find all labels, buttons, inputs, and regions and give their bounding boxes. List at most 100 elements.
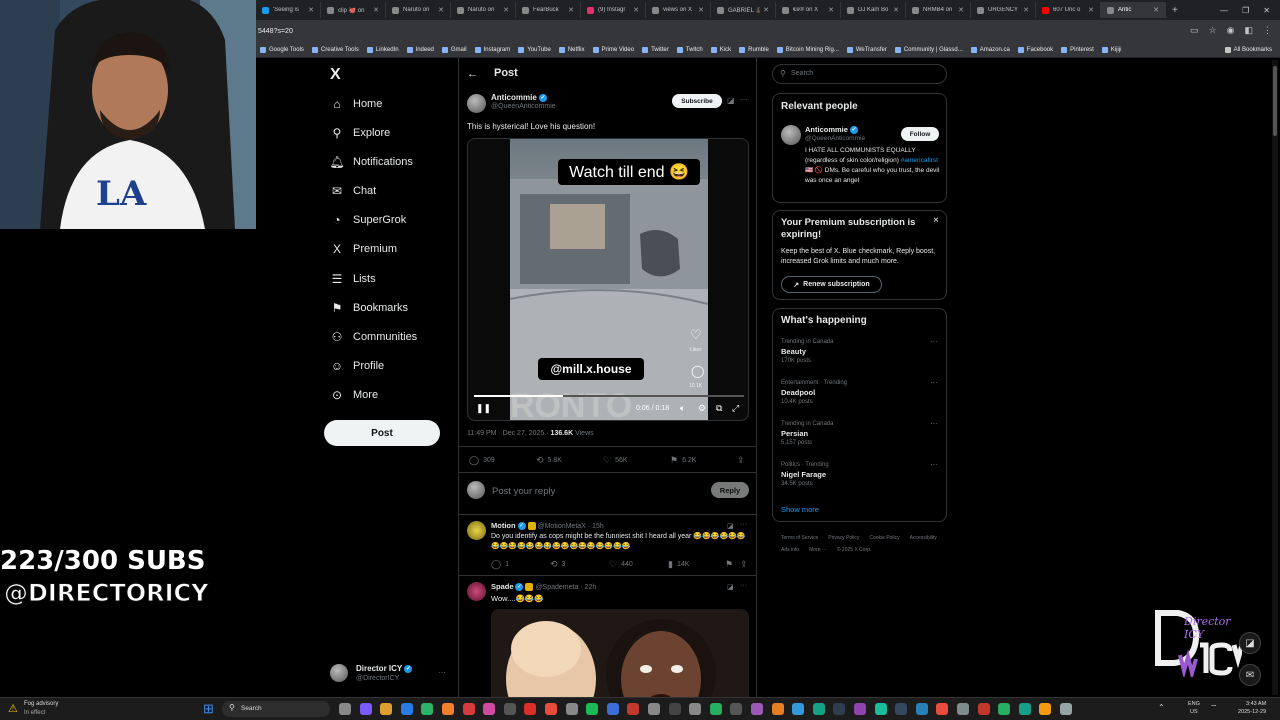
taskbar-app-icon[interactable] xyxy=(977,703,990,715)
taskbar-app-icon[interactable] xyxy=(524,703,537,715)
grok-icon[interactable]: ◪ xyxy=(727,96,735,105)
taskbar-app-icon[interactable] xyxy=(668,703,681,715)
trend-more-icon[interactable]: ··· xyxy=(930,337,938,346)
search-box[interactable]: ⚲ Search xyxy=(772,64,947,84)
nav-item-more[interactable]: ⊙ More xyxy=(330,388,378,402)
post-timestamp[interactable]: 11:49 PM · Dec 27, 2025 · xyxy=(467,430,549,437)
taskbar-app-icon[interactable] xyxy=(421,703,434,715)
close-tab-icon[interactable]: ✕ xyxy=(1153,6,1159,14)
volume-icon[interactable]: 🔈︎ xyxy=(680,403,685,414)
taskbar-app-icon[interactable] xyxy=(689,703,702,715)
bookmark-item[interactable]: Twitch xyxy=(676,46,703,53)
taskbar-app-icon[interactable] xyxy=(503,703,516,715)
extension-icon[interactable]: ◉ xyxy=(1227,25,1235,36)
browser-tab[interactable]: clip 🐙 on ✕ xyxy=(321,2,386,18)
browser-tab[interactable]: GABRIEL 🎩 ✕ xyxy=(711,2,776,18)
address-bar[interactable]: 5448?s=20 ▭ ☆ ◉ ◧ ⋮ xyxy=(256,20,1280,42)
browser-tab[interactable]: 607 Unc o ✕ xyxy=(1036,2,1101,18)
taskbar-app-icon[interactable] xyxy=(380,703,393,715)
bookmark-item[interactable]: Facebook xyxy=(1017,46,1053,53)
footer-link[interactable]: Privacy Policy xyxy=(828,532,859,544)
taskbar-app-icon[interactable] xyxy=(792,703,805,715)
repost-action[interactable]: ⟲ 5.8K xyxy=(536,455,562,466)
taskbar-app-icon[interactable] xyxy=(751,703,763,715)
nav-item-lists[interactable]: ☰ Lists xyxy=(330,272,376,286)
trend-more-icon[interactable]: ··· xyxy=(930,378,938,387)
taskbar-app-icon[interactable] xyxy=(812,703,825,715)
footer-link[interactable]: Accessibility xyxy=(910,532,937,544)
minimize-icon[interactable]: — xyxy=(1220,6,1228,15)
settings-icon[interactable]: ⚙ xyxy=(698,403,706,414)
bookmark-action[interactable]: ⚑ 6.2K xyxy=(670,455,696,466)
taskbar-app-icon[interactable] xyxy=(462,703,475,715)
search-input[interactable]: Search xyxy=(791,70,813,77)
taskbar-app-icon[interactable] xyxy=(565,703,578,715)
like-action[interactable]: ♡ 56K xyxy=(603,455,628,466)
subscribe-button[interactable]: Subscribe xyxy=(672,94,722,108)
close-tab-icon[interactable]: ✕ xyxy=(828,6,834,14)
all-bookmarks-button[interactable]: All Bookmarks xyxy=(1224,46,1272,53)
taskbar-app-icon[interactable] xyxy=(1060,703,1072,715)
bookmark-item[interactable]: LinkedIn xyxy=(366,46,399,53)
reply-input[interactable]: Post your reply xyxy=(492,486,555,497)
browser-tab[interactable]: (9) Instagr ✕ xyxy=(581,2,646,18)
bookmark-item[interactable]: Creative Tools xyxy=(311,46,359,53)
browser-tab[interactable]: Naruto on ✕ xyxy=(386,2,451,18)
bookmark-item[interactable]: Kijiji xyxy=(1101,46,1122,53)
browser-tab[interactable]: URGENCY ✕ xyxy=(971,2,1036,18)
video-player[interactable]: RONTO Watch till end 😆 @mill.x.house ♡ L… xyxy=(467,138,749,421)
star-icon[interactable]: ☆ xyxy=(1209,25,1217,36)
taskbar-app-icon[interactable] xyxy=(998,703,1011,715)
bookmark-item[interactable]: Gmail xyxy=(441,46,467,53)
trend-item[interactable]: Trending in Canada Persian 5,157 posts xyxy=(781,421,833,446)
nav-item-chat[interactable]: ✉ Chat xyxy=(330,184,376,198)
footer-link[interactable]: Terms of Service xyxy=(781,532,818,544)
repost-action[interactable]: ⟲ 3 xyxy=(550,559,565,570)
network-icon[interactable]: ⌔ xyxy=(1210,703,1218,713)
page-scrollbar[interactable] xyxy=(1272,60,1278,695)
show-more-link[interactable]: Show more xyxy=(781,505,819,514)
hashtag-link[interactable]: #americafirst xyxy=(901,157,938,164)
maximize-icon[interactable]: ❐ xyxy=(1242,6,1249,15)
reply-avatar[interactable] xyxy=(467,521,486,540)
pip-icon[interactable]: ⧉ xyxy=(716,403,722,414)
close-tab-icon[interactable]: ✕ xyxy=(568,6,574,14)
nav-item-supergrok[interactable]: ◔ SuperGrok xyxy=(330,213,406,227)
taskbar-app-icon[interactable] xyxy=(648,703,660,715)
bookmark-item[interactable]: Google Tools xyxy=(260,46,304,53)
post-button[interactable]: Post xyxy=(324,420,440,446)
taskbar-app-icon[interactable] xyxy=(545,703,557,715)
fullscreen-icon[interactable]: ⤢ xyxy=(732,403,739,414)
back-arrow-icon[interactable]: ← xyxy=(467,68,478,80)
nav-item-premium[interactable]: X Premium xyxy=(330,242,397,256)
bookmark-item[interactable]: YouTube xyxy=(518,46,551,53)
taskbar-app-icon[interactable] xyxy=(1018,703,1031,715)
taskbar-app-icon[interactable] xyxy=(957,703,969,715)
clock-time[interactable]: 3:43 AM xyxy=(1246,701,1266,707)
nav-item-profile[interactable]: ☺ Profile xyxy=(330,359,384,373)
account-switcher[interactable]: Director ICY ✓ @DirectorICY ··· xyxy=(330,662,450,686)
bookmark-item[interactable]: Prime Video xyxy=(592,46,634,53)
taskbar-app-icon[interactable] xyxy=(895,703,908,715)
browser-tab[interactable]: NRMB4 on ✕ xyxy=(906,2,971,18)
bookmark-item[interactable]: Pinterest xyxy=(1061,46,1094,53)
taskbar-app-icon[interactable] xyxy=(730,703,743,715)
account-more-icon[interactable]: ··· xyxy=(438,668,446,677)
taskbar-app-icon[interactable] xyxy=(627,703,640,715)
taskbar-app-icon[interactable] xyxy=(606,703,619,715)
close-icon[interactable]: × xyxy=(933,215,939,226)
footer-link[interactable]: © 2025 X Corp. xyxy=(837,544,872,556)
close-window-icon[interactable]: ✕ xyxy=(1263,6,1270,15)
x-logo[interactable]: X xyxy=(330,66,341,84)
renew-subscription-button[interactable]: ↗ Renew subscription xyxy=(781,276,882,293)
pause-icon[interactable]: ❚❚ xyxy=(476,403,491,414)
close-tab-icon[interactable]: ✕ xyxy=(373,6,379,14)
taskbar-app-icon[interactable] xyxy=(442,703,454,715)
browser-tab[interactable]: 'Seeing is ✕ xyxy=(256,2,321,18)
reply-avatar[interactable] xyxy=(467,582,486,601)
taskbar-app-icon[interactable] xyxy=(359,703,372,715)
person-avatar[interactable] xyxy=(781,125,801,145)
browser-tab[interactable]: Antic ✕ xyxy=(1101,2,1166,18)
browser-tab[interactable]: views on X ✕ xyxy=(646,2,711,18)
taskbar-app-icon[interactable] xyxy=(339,703,351,715)
